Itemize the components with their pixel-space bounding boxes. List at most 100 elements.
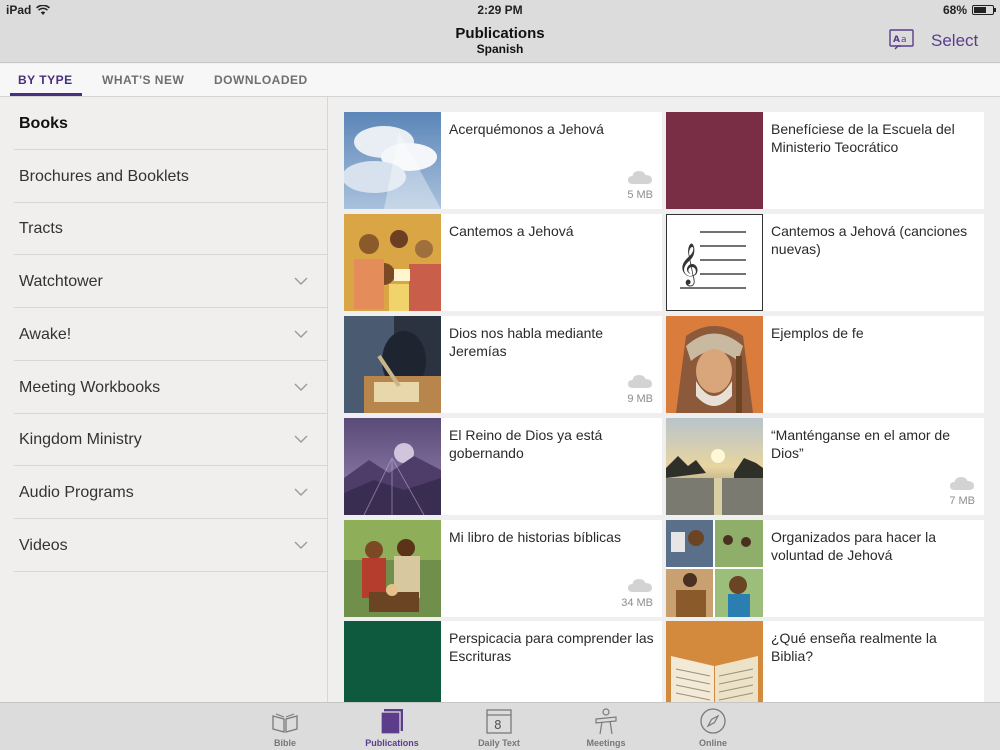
chevron-down-icon[interactable]	[294, 329, 308, 339]
publication-cover	[666, 112, 763, 209]
sidebar-item-videos[interactable]: Videos	[14, 519, 328, 572]
chevron-down-icon[interactable]	[294, 382, 308, 392]
publication-grid: Acerquémonos a Jehová 5 MB Benefíciese de …	[329, 97, 1000, 702]
battery-percent: 68%	[942, 3, 967, 17]
tabbar-meetings[interactable]: Meetings	[566, 703, 646, 750]
sidebar-item-kingdom-ministry[interactable]: Kingdom Ministry	[14, 413, 328, 467]
svg-text:𝄞: 𝄞	[678, 243, 699, 286]
publication-title: Organizados para hacer la voluntad de Je…	[771, 529, 936, 563]
publication-title: El Reino de Dios ya está gobernando	[449, 427, 603, 461]
status-bar: iPad 2:29 PM 68%	[0, 0, 1000, 20]
sidebar-item-tracts[interactable]: Tracts	[14, 202, 328, 256]
tabbar-label: Publications	[365, 738, 419, 748]
publication-cover: 𝄞	[666, 214, 763, 311]
publication-title: Benefíciese de la Escuela del Ministerio…	[771, 121, 955, 155]
chevron-down-icon[interactable]	[294, 434, 308, 444]
publication-card[interactable]: Benefíciese de la Escuela del Ministerio…	[666, 112, 984, 209]
publication-cover	[344, 316, 441, 413]
chevron-down-icon[interactable]	[294, 487, 308, 497]
publication-title: Dios nos habla mediante Jeremías	[449, 325, 604, 359]
navigation-bar: Publications Spanish A a Select	[0, 20, 1000, 63]
publication-card[interactable]: Dios nos habla mediante Jeremías 9 MB	[344, 316, 662, 413]
sidebar-item-brochures-and-booklets[interactable]: Brochures and Booklets	[14, 150, 328, 203]
cloud-download-icon[interactable]	[627, 373, 653, 389]
cloud-download-icon[interactable]	[627, 169, 653, 185]
publication-title: Acerquémonos a Jehová	[449, 121, 604, 137]
publication-card[interactable]: “Manténganse en el amor de Dios” 7 MB	[666, 418, 984, 515]
publication-cover	[344, 112, 441, 209]
publication-card[interactable]: Cantemos a Jehová	[344, 214, 662, 311]
battery-icon	[972, 5, 996, 15]
tabbar-publications[interactable]: Publications	[352, 703, 432, 750]
sidebar-item-label: Awake!	[19, 325, 72, 343]
tabbar-daily-text[interactable]: 8 Daily Text	[459, 703, 539, 750]
publication-card[interactable]: ¿Qué enseña realmente la Biblia?	[666, 621, 984, 702]
sidebar-item-label: Audio Programs	[19, 483, 134, 501]
publication-cover	[666, 316, 763, 413]
clock: 2:29 PM	[477, 3, 523, 17]
sidebar: Books Brochures and Booklets Tracts Watchto…	[0, 97, 328, 702]
cloud-download-icon[interactable]	[627, 577, 653, 593]
sidebar-item-label: Videos	[19, 536, 68, 554]
tabbar-bible[interactable]: Bible	[245, 703, 325, 750]
page-title: Publications	[455, 25, 545, 42]
publication-card[interactable]: Perspicacia para comprender las Escritur…	[344, 621, 662, 702]
svg-text:8: 8	[494, 718, 502, 732]
publication-card[interactable]: El Reino de Dios ya está gobernando	[344, 418, 662, 515]
sidebar-item-books[interactable]: Books	[14, 97, 328, 150]
sidebar-item-awake[interactable]: Awake!	[14, 308, 328, 361]
sidebar-item-watchtower[interactable]: Watchtower	[14, 255, 328, 309]
svg-text:a: a	[901, 35, 907, 45]
calendar-icon: 8	[486, 709, 512, 734]
download-size: 7 MB	[949, 495, 975, 507]
publication-cover	[344, 214, 441, 311]
select-button[interactable]: Select	[931, 31, 978, 51]
tabbar-label: Bible	[273, 738, 296, 748]
publication-title: Cantemos a Jehová (canciones nuevas)	[771, 223, 968, 257]
publication-cover	[666, 520, 763, 617]
publication-title: Ejemplos de fe	[771, 325, 864, 341]
active-tab-indicator	[10, 93, 82, 96]
category-tabs: BY TYPE WHAT'S NEW DOWNLOADED	[0, 64, 1000, 97]
sidebar-item-label: Meeting Workbooks	[19, 378, 161, 396]
svg-text:A: A	[893, 35, 900, 45]
publication-card[interactable]: 𝄞 Cantemos a Jehová (canciones nuevas)	[666, 214, 984, 311]
tab-downloaded[interactable]: DOWNLOADED	[214, 73, 308, 87]
cloud-download-icon[interactable]	[949, 475, 975, 491]
publications-icon	[380, 709, 403, 735]
publication-cover	[344, 418, 441, 515]
publication-title: Perspicacia para comprender las Escritur…	[449, 630, 654, 664]
tab-by-type[interactable]: BY TYPE	[18, 73, 73, 87]
publication-card[interactable]: Ejemplos de fe	[666, 316, 984, 413]
publication-card[interactable]: Mi libro de historias bíblicas 34 MB	[344, 520, 662, 617]
bottom-tab-bar: Bible Publications 8 Daily Text Meetings…	[0, 702, 1000, 750]
publication-cover	[666, 418, 763, 515]
sidebar-item-label: Tracts	[19, 220, 63, 238]
tab-whats-new[interactable]: WHAT'S NEW	[102, 73, 184, 87]
chevron-down-icon[interactable]	[294, 276, 308, 286]
lectern-icon	[595, 708, 617, 735]
publication-card[interactable]: Acerquémonos a Jehová 5 MB	[344, 112, 662, 209]
publication-title: Mi libro de historias bíblicas	[449, 529, 621, 545]
tabbar-label: Meetings	[586, 738, 626, 748]
sidebar-item-label: Books	[19, 115, 68, 132]
open-book-icon	[272, 713, 298, 733]
tabbar-label: Daily Text	[478, 738, 520, 748]
publication-cover	[344, 520, 441, 617]
publication-cover	[344, 621, 441, 702]
sidebar-item-audio-programs[interactable]: Audio Programs	[14, 466, 328, 519]
download-size: 34 MB	[621, 597, 653, 609]
publication-title: Cantemos a Jehová	[449, 223, 574, 239]
publication-title: “Manténganse en el amor de Dios”	[771, 427, 950, 461]
sidebar-item-label: Kingdom Ministry	[19, 431, 142, 449]
language-subtitle: Spanish	[476, 42, 524, 56]
download-size: 5 MB	[627, 189, 653, 201]
sidebar-item-meeting-workbooks[interactable]: Meeting Workbooks	[14, 361, 328, 414]
download-size: 9 MB	[627, 393, 653, 405]
tabbar-online[interactable]: Online	[673, 703, 753, 750]
publication-title: ¿Qué enseña realmente la Biblia?	[771, 630, 937, 664]
publication-card[interactable]: Organizados para hacer la voluntad de Je…	[666, 520, 984, 617]
sidebar-item-label: Brochures and Booklets	[19, 167, 189, 185]
translate-icon[interactable]: A a	[889, 29, 914, 51]
chevron-down-icon[interactable]	[294, 540, 308, 550]
